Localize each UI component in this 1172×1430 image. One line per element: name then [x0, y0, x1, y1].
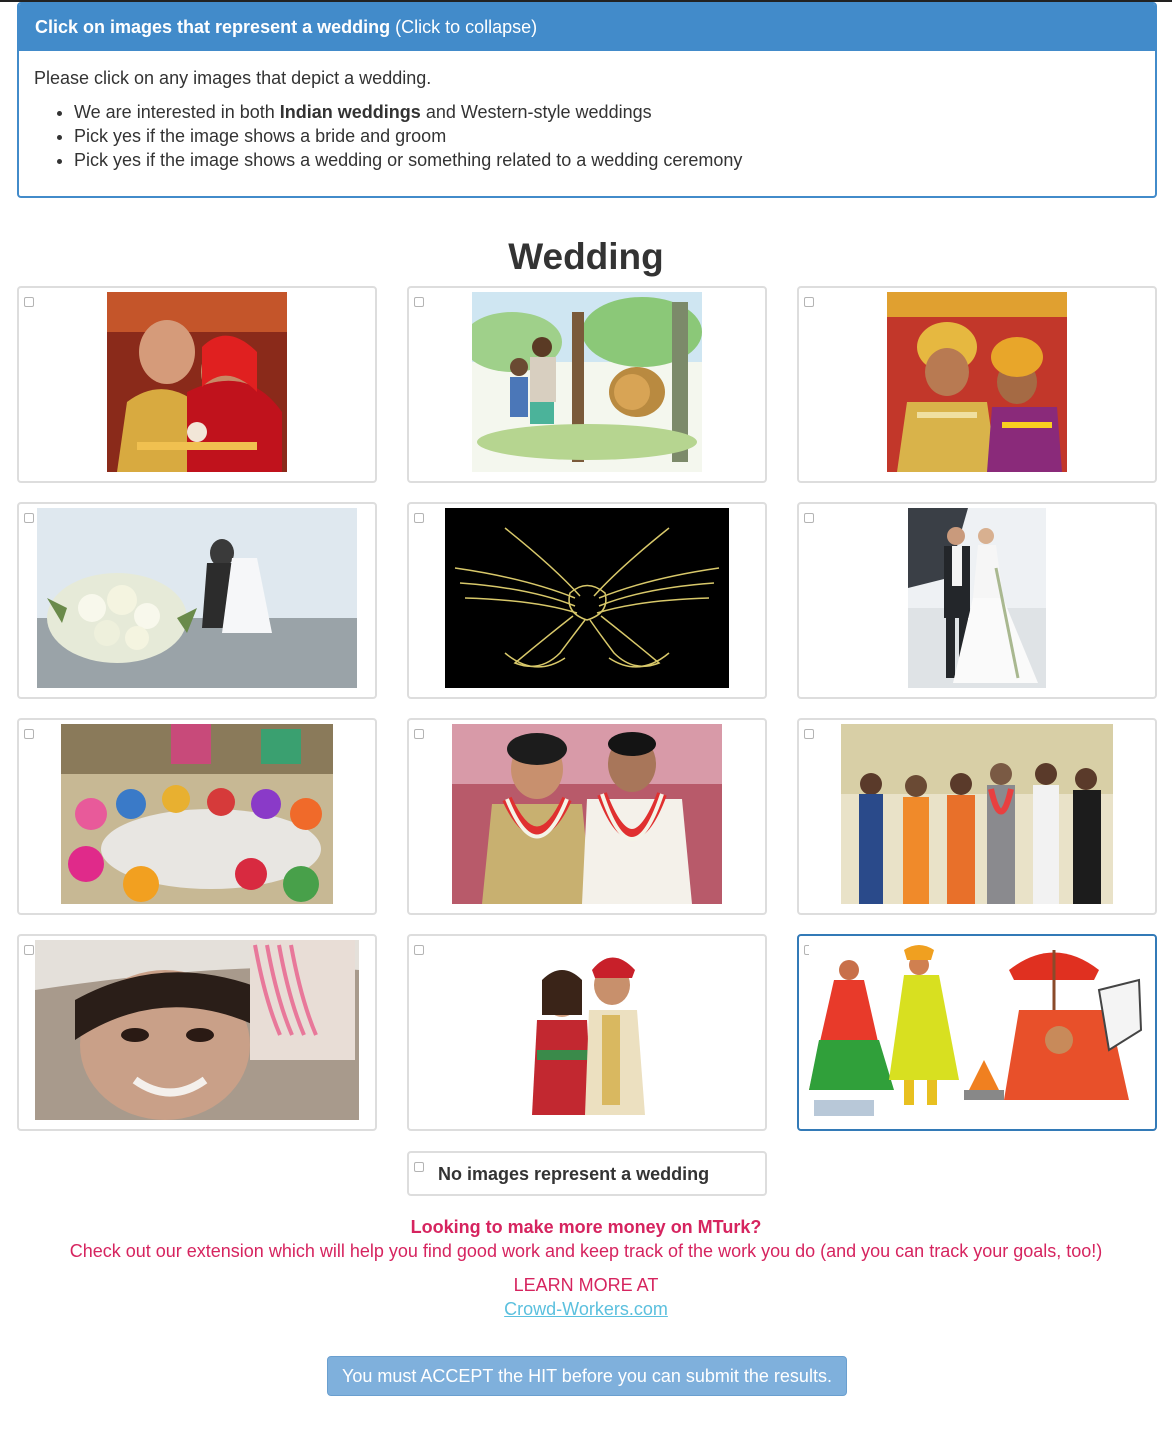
- page-title: Wedding: [508, 236, 664, 277]
- tile-checkbox[interactable]: [804, 513, 814, 523]
- image-tile[interactable]: [407, 286, 767, 483]
- tile-checkbox[interactable]: [804, 297, 814, 307]
- tile-checkbox[interactable]: [24, 729, 34, 739]
- instruction-text: We are interested in both: [74, 102, 280, 122]
- image-tile[interactable]: [407, 502, 767, 699]
- tile-checkbox[interactable]: [24, 297, 34, 307]
- instruction-item: Pick yes if the image shows a bride and …: [74, 124, 1139, 148]
- no-images-option[interactable]: No images represent a wedding: [407, 1151, 767, 1196]
- instructions-body: Please click on any images that depict a…: [19, 51, 1155, 172]
- western-bride-and-groom-image: [908, 508, 1046, 688]
- image-tile[interactable]: [797, 286, 1157, 483]
- children-in-traditional-dress-image: [887, 292, 1067, 472]
- tile-checkbox[interactable]: [414, 297, 424, 307]
- instructions-list: We are interested in both Indian wedding…: [34, 100, 1139, 172]
- image-tile[interactable]: [797, 718, 1157, 915]
- instruction-text: Pick yes if the image shows a bride and …: [74, 126, 447, 146]
- image-tile[interactable]: [407, 934, 767, 1131]
- instruction-item: Pick yes if the image shows a wedding or…: [74, 148, 1139, 172]
- tile-checkbox[interactable]: [414, 729, 424, 739]
- couple-with-flower-garlands-image: [452, 724, 722, 904]
- tile-checkbox[interactable]: [24, 513, 34, 523]
- no-images-label: No images represent a wedding: [438, 1164, 710, 1184]
- promo-link-wrap: Crowd-Workers.com: [0, 1299, 1172, 1320]
- watercolor-men-and-lion-image: [472, 292, 702, 472]
- collapse-hint: (Click to collapse): [390, 17, 538, 37]
- no-images-checkbox[interactable]: [414, 1162, 424, 1172]
- image-tile[interactable]: [17, 934, 377, 1131]
- tile-checkbox[interactable]: [24, 945, 34, 955]
- gold-knot-on-black-image: [445, 508, 729, 688]
- smiling-woman-with-bangles-image: [35, 940, 359, 1120]
- group-at-reception-stage-image: [841, 724, 1113, 904]
- instruction-emphasis: Indian weddings: [279, 102, 421, 122]
- crowd-workers-link[interactable]: Crowd-Workers.com: [504, 1299, 668, 1319]
- image-tile[interactable]: [407, 718, 767, 915]
- bouquet-with-couple-background-image: [37, 508, 357, 688]
- promo-heading: Looking to make more money on MTurk?: [410, 1217, 762, 1237]
- tile-checkbox[interactable]: [414, 945, 424, 955]
- instruction-text: Pick yes if the image shows a wedding or…: [74, 150, 743, 170]
- image-tile[interactable]: [17, 718, 377, 915]
- promo-learn-more: LEARN MORE AT: [513, 1275, 659, 1295]
- tile-checkbox[interactable]: [414, 513, 424, 523]
- instruction-item: We are interested in both Indian wedding…: [74, 100, 1139, 124]
- instructions-heading: Click on images that represent a wedding: [35, 17, 391, 37]
- indian-couple-red-attire-image: [107, 292, 287, 472]
- tile-checkbox[interactable]: [804, 729, 814, 739]
- instructions-toggle[interactable]: Click on images that represent a wedding…: [19, 4, 1155, 51]
- submit-button[interactable]: You must ACCEPT the HIT before you can s…: [327, 1356, 847, 1396]
- image-tile[interactable]: [797, 934, 1157, 1131]
- women-seated-at-ceremony-image: [61, 724, 333, 904]
- image-tile[interactable]: [17, 286, 377, 483]
- illustrated-wedding-procession-image: [809, 940, 1147, 1120]
- image-tile[interactable]: [797, 502, 1157, 699]
- instructions-intro: Please click on any images that depict a…: [34, 68, 432, 88]
- instructions-panel: Click on images that represent a wedding…: [17, 2, 1157, 198]
- image-tile[interactable]: [17, 502, 377, 699]
- instruction-text: and Western-style weddings: [420, 102, 652, 122]
- promo-subtext: Check out our extension which will help …: [69, 1241, 1103, 1261]
- couple-in-indian-wedding-attire-image: [517, 940, 657, 1120]
